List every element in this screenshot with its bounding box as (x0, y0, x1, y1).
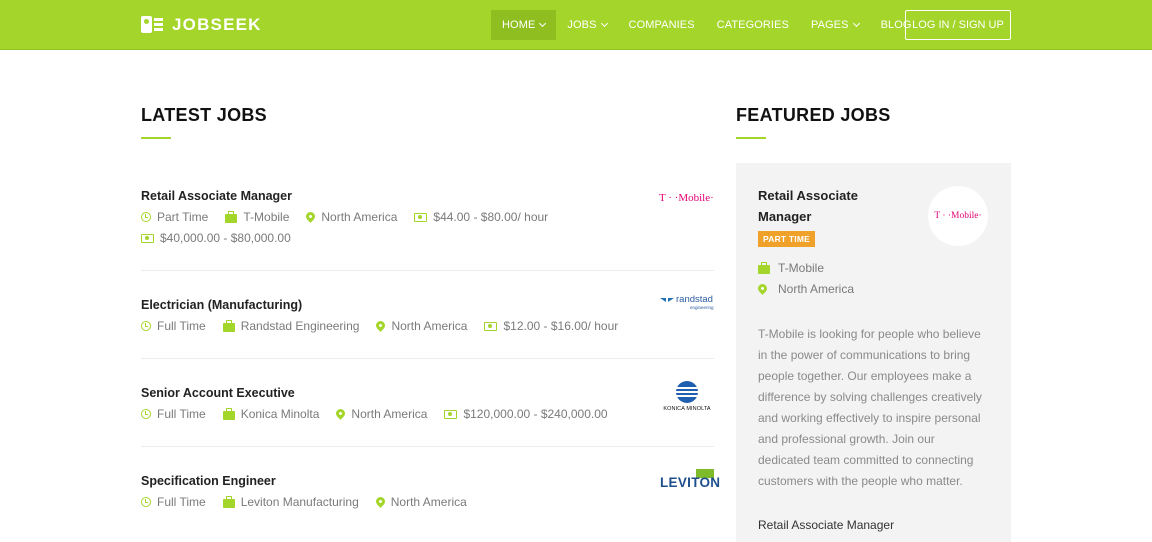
money-icon (141, 233, 154, 243)
clock-icon (141, 409, 151, 419)
main-nav: HOME JOBS COMPANIES CATEGORIES PAGES BLO… (491, 10, 923, 40)
chevron-down-icon (852, 19, 860, 28)
company-logo-leviton[interactable]: LEVITON (660, 469, 720, 491)
job-title[interactable]: Specification Engineer (141, 473, 714, 489)
tmobile-logo-text: T · ·Mobile· (659, 192, 714, 204)
divider (141, 270, 714, 271)
leviton-logo-text: LEVITON (660, 475, 721, 490)
job-rate: $12.00 - $16.00/ hour (484, 319, 618, 333)
featured-description: T-Mobile is looking for people who belie… (758, 327, 982, 488)
job-type-badge: PART TIME (758, 231, 815, 247)
company-logo-konica[interactable]: KONICA MINOLTA (660, 380, 714, 414)
map-pin-icon (334, 406, 348, 420)
briefcase-icon (222, 407, 235, 420)
money-icon (414, 212, 428, 222)
randstad-logo-text: randstad (676, 294, 713, 305)
konica-logo-text: KONICA MINOLTA (663, 406, 711, 412)
job-location: North America (334, 406, 427, 421)
job-list-item[interactable]: Specification Engineer Full Time Leviton… (141, 469, 720, 510)
nav-jobs[interactable]: JOBS (556, 10, 617, 40)
job-location: North America (374, 318, 467, 333)
job-type: Full Time (141, 495, 206, 509)
featured-job-title[interactable]: Retail Associate Manager (758, 185, 898, 227)
clock-icon (141, 212, 151, 222)
company-logo-randstad[interactable]: randstad engineering (660, 294, 714, 312)
latest-jobs-heading: LATEST JOBS (141, 105, 267, 125)
money-icon (484, 321, 498, 331)
job-company: Konica Minolta (222, 407, 319, 421)
randstad-mark-icon (660, 297, 674, 302)
job-type: Full Time (141, 319, 206, 333)
divider (141, 358, 714, 359)
divider (141, 446, 714, 447)
nav-pages[interactable]: PAGES (800, 10, 870, 40)
featured-job-card[interactable]: Retail Associate Manager PART TIME T · ·… (736, 163, 1011, 542)
job-title[interactable]: Retail Associate Manager (141, 188, 714, 204)
tmobile-logo-text: T · ·Mobile· (934, 211, 982, 221)
briefcase-icon (225, 210, 238, 223)
konica-globe-icon (676, 381, 698, 403)
money-icon (444, 409, 458, 419)
map-pin-icon (756, 281, 769, 295)
map-pin-icon (374, 318, 388, 332)
briefcase-icon (758, 261, 770, 274)
job-type: Full Time (141, 407, 206, 421)
featured-company: T-Mobile (758, 261, 824, 275)
featured-location: North America (756, 281, 854, 296)
top-navbar: JOBSEEK HOME JOBS COMPANIES CATEGORIES P… (0, 0, 1152, 50)
nav-home[interactable]: HOME (491, 10, 557, 40)
login-signup-button[interactable]: LOG IN / SIGN UP (905, 10, 1011, 40)
job-title[interactable]: Senior Account Executive (141, 385, 714, 401)
job-salary: $40,000.00 - $80,000.00 (141, 231, 291, 245)
job-list-item[interactable]: Retail Associate Manager Part Time T-Mob… (141, 188, 714, 246)
clock-icon (141, 321, 151, 331)
nav-jobs-label: JOBS (567, 19, 597, 31)
randstad-logo-sub: engineering (690, 305, 714, 310)
brand-logo[interactable]: JOBSEEK (141, 13, 262, 37)
job-rate: $44.00 - $80.00/ hour (414, 210, 548, 224)
job-list-item[interactable]: Senior Account Executive Full Time Konic… (141, 381, 714, 422)
job-location: North America (373, 494, 467, 509)
featured-next-title[interactable]: Retail Associate Manager (758, 518, 894, 532)
nav-companies[interactable]: COMPANIES (618, 10, 706, 40)
map-pin-icon (373, 494, 387, 508)
job-salary: $120,000.00 - $240,000.00 (444, 407, 608, 421)
briefcase-icon (222, 495, 235, 508)
nav-pages-label: PAGES (810, 19, 849, 31)
job-company: Leviton Manufacturing (222, 495, 359, 509)
job-company: T-Mobile (225, 210, 289, 224)
nav-categories-label: CATEGORIES (716, 19, 789, 31)
featured-jobs-heading: FEATURED JOBS (736, 105, 891, 125)
featured-company-logo[interactable]: T · ·Mobile· (928, 186, 988, 246)
job-type: Part Time (141, 210, 208, 224)
clock-icon (141, 497, 151, 507)
chevron-down-icon (539, 19, 547, 28)
id-card-icon (141, 15, 163, 35)
nav-categories[interactable]: CATEGORIES (706, 10, 800, 40)
job-company: Randstad Engineering (222, 319, 359, 333)
heading-underline (736, 137, 766, 139)
heading-underline (141, 137, 171, 139)
brand-name: JOBSEEK (172, 15, 262, 34)
job-location: North America (304, 209, 397, 224)
map-pin-icon (304, 209, 318, 223)
chevron-down-icon (600, 19, 608, 28)
briefcase-icon (222, 319, 235, 332)
job-list-item[interactable]: Electrician (Manufacturing) Full Time Ra… (141, 294, 714, 334)
nav-home-label: HOME (502, 19, 536, 31)
job-title[interactable]: Electrician (Manufacturing) (141, 297, 714, 313)
nav-companies-label: COMPANIES (628, 19, 695, 31)
company-logo-tmobile[interactable]: T · ·Mobile· (659, 188, 714, 204)
